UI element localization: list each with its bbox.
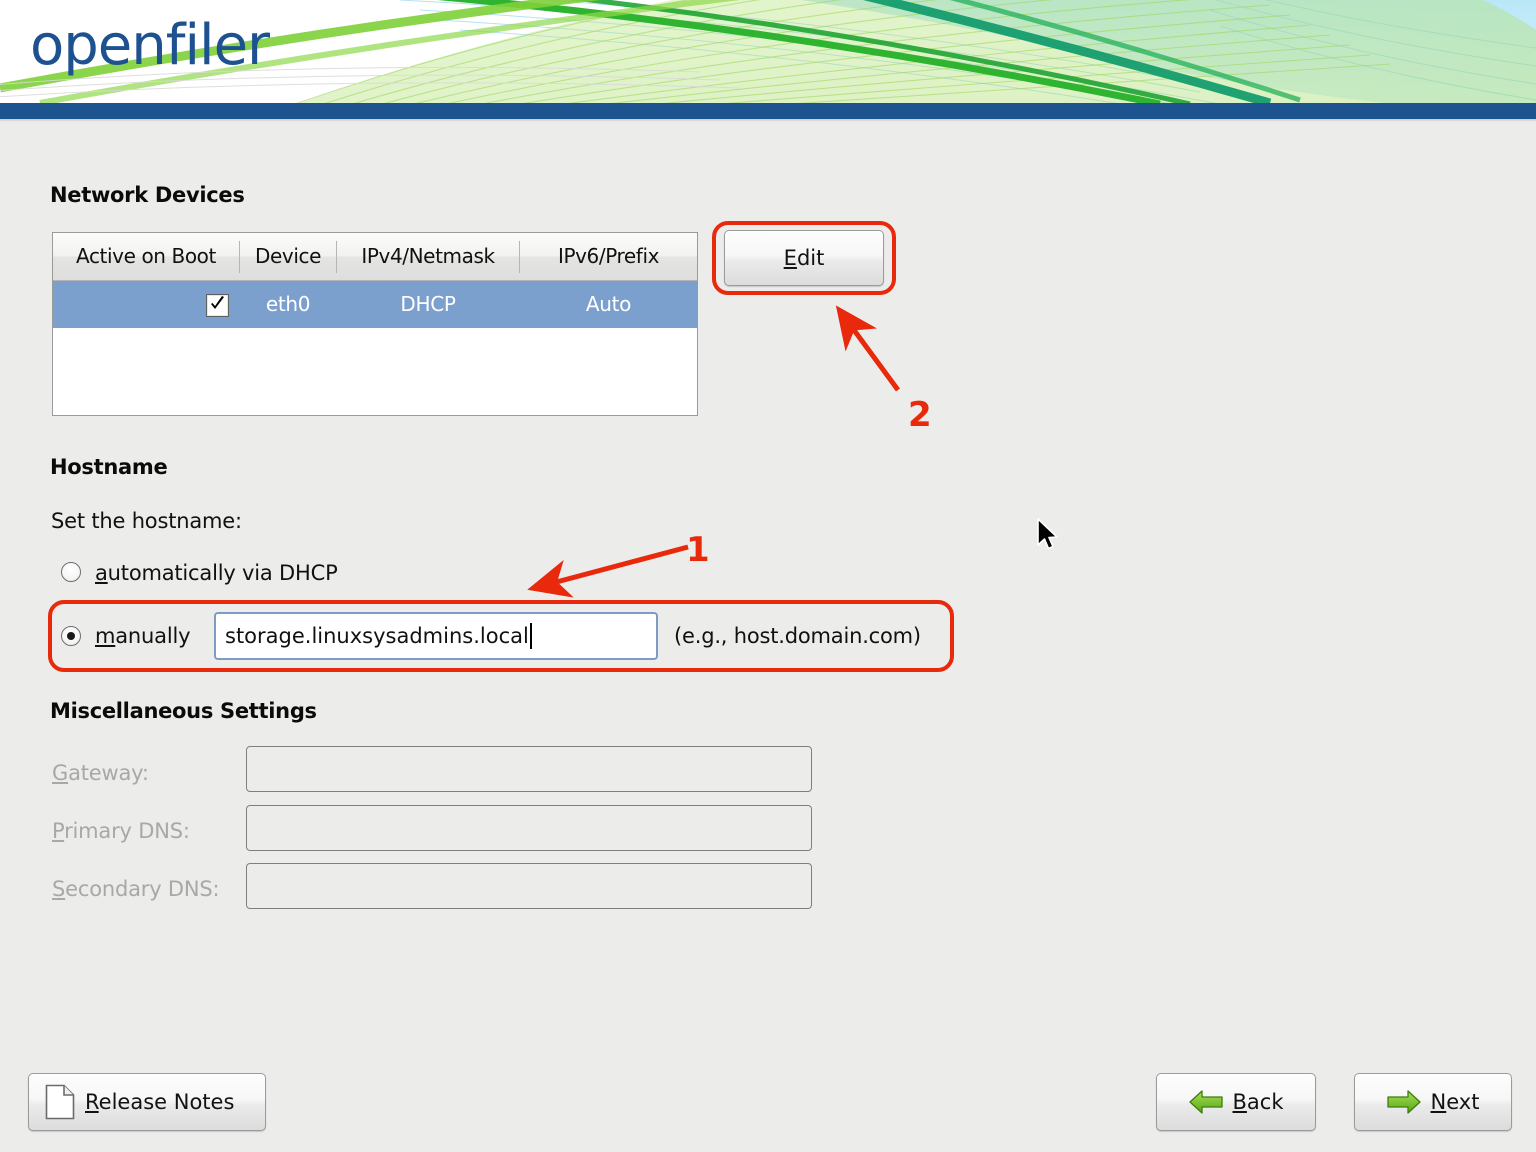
- release-notes-button[interactable]: Release Notes: [28, 1073, 266, 1131]
- openfiler-network-config-screen: openfiler Network Devices Active on Boot…: [0, 0, 1536, 1152]
- annotation-number-1: 1: [686, 530, 710, 570]
- release-notes-label: Release Notes: [85, 1090, 235, 1114]
- cell-ipv4-netmask: DHCP: [400, 292, 456, 316]
- back-button[interactable]: Back: [1156, 1073, 1316, 1131]
- edit-button[interactable]: Edit: [724, 230, 884, 286]
- hostname-input[interactable]: storage.linuxsysadmins.local: [214, 612, 658, 660]
- table-header-row: Active on Boot Device IPv4/Netmask IPv6/…: [53, 233, 697, 281]
- arrow-right-icon: [1386, 1090, 1421, 1114]
- primary-dns-label: Primary DNS:: [52, 819, 190, 843]
- hostname-title: Hostname: [50, 455, 168, 479]
- gateway-input: [246, 746, 812, 792]
- edit-button-label: Edit: [783, 246, 825, 270]
- radio-hostname-manual[interactable]: [61, 626, 81, 646]
- secondary-dns-input: [246, 863, 812, 909]
- header-shadow: [0, 119, 1536, 122]
- next-button-label: Next: [1430, 1090, 1480, 1114]
- column-header-ipv4-netmask[interactable]: IPv4/Netmask: [337, 233, 519, 280]
- hostname-input-value: storage.linuxsysadmins.local: [225, 624, 529, 648]
- arrow-left-icon: [1188, 1090, 1223, 1114]
- table-row[interactable]: eth0 DHCP Auto: [53, 281, 697, 328]
- active-on-boot-checkbox[interactable]: [206, 294, 229, 317]
- cell-ipv6-prefix: Auto: [585, 292, 632, 316]
- hostname-example-hint: (e.g., host.domain.com): [674, 624, 921, 648]
- column-header-active-on-boot[interactable]: Active on Boot: [53, 233, 239, 280]
- annotation-number-2: 2: [908, 395, 932, 435]
- network-devices-table[interactable]: Active on Boot Device IPv4/Netmask IPv6/…: [52, 232, 698, 416]
- secondary-dns-label: Secondary DNS:: [52, 877, 220, 901]
- mouse-cursor: [1037, 518, 1058, 550]
- column-header-device[interactable]: Device: [240, 233, 336, 280]
- back-button-label: Back: [1232, 1090, 1284, 1114]
- header-blue-bar: [0, 103, 1536, 119]
- radio-selected-dot: [67, 632, 75, 640]
- openfiler-logo: openfiler: [30, 13, 270, 78]
- primary-dns-input: [246, 805, 812, 851]
- next-button[interactable]: Next: [1354, 1073, 1512, 1131]
- text-caret: [529, 623, 532, 649]
- check-icon: [211, 296, 224, 309]
- app-header: openfiler: [0, 0, 1536, 103]
- document-icon: [45, 1084, 75, 1120]
- misc-settings-title: Miscellaneous Settings: [50, 699, 317, 723]
- radio-label-manual[interactable]: manually: [95, 624, 191, 648]
- network-devices-title: Network Devices: [50, 183, 245, 207]
- gateway-label: Gateway:: [52, 761, 149, 785]
- hostname-prompt: Set the hostname:: [51, 509, 242, 533]
- column-header-ipv6-prefix[interactable]: IPv6/Prefix: [520, 233, 697, 280]
- radio-hostname-dhcp[interactable]: [61, 562, 81, 582]
- radio-label-dhcp[interactable]: automatically via DHCP: [95, 561, 338, 585]
- cell-device: eth0: [265, 292, 311, 316]
